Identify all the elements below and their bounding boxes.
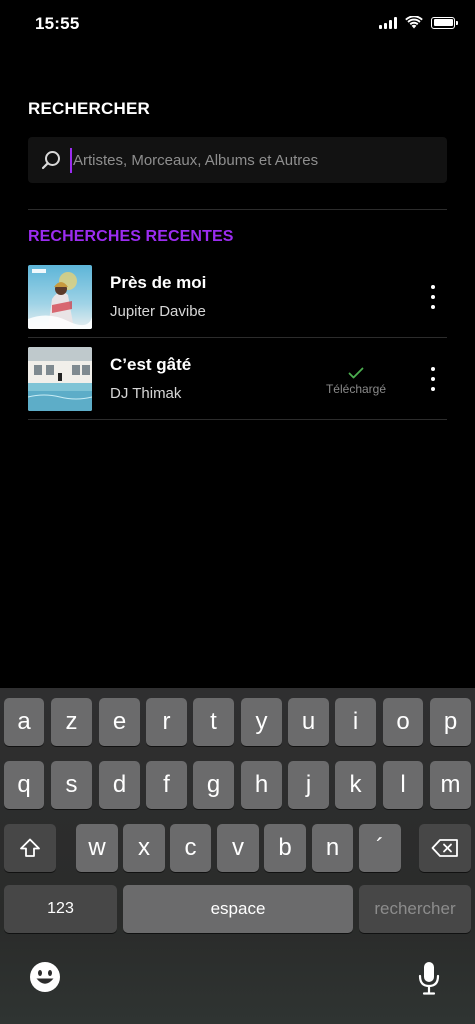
emoji-icon <box>30 962 60 992</box>
status-time: 15:55 <box>35 14 80 33</box>
downloaded-label: Téléchargé <box>325 382 387 396</box>
recent-item-pres-de-moi[interactable]: Près de moi Jupiter Davibe <box>28 265 447 329</box>
album-cover <box>28 347 92 411</box>
track-artist: Jupiter Davibe <box>110 303 206 320</box>
key-g[interactable]: g <box>193 761 234 809</box>
check-icon <box>348 367 364 379</box>
search-box[interactable] <box>28 137 447 183</box>
more-options-button[interactable] <box>423 367 443 391</box>
key-c[interactable]: c <box>170 824 211 872</box>
key-s[interactable]: s <box>51 761 92 809</box>
album-cover <box>28 265 92 329</box>
key-j[interactable]: j <box>288 761 329 809</box>
downloaded-status: Téléchargé <box>323 367 389 396</box>
key-b[interactable]: b <box>264 824 306 872</box>
key-p[interactable]: p <box>430 698 471 746</box>
status-bar: 15:55 <box>0 0 475 50</box>
key-e[interactable]: e <box>99 698 140 746</box>
key-f[interactable]: f <box>146 761 187 809</box>
keyboard: a z e r t y u i o p q s d f g h j k l m … <box>0 688 475 1024</box>
numbers-key[interactable]: 123 <box>4 885 117 933</box>
backspace-icon <box>431 839 458 857</box>
key-z[interactable]: z <box>51 698 92 746</box>
more-vertical-icon <box>431 367 435 371</box>
track-title: Près de moi <box>110 273 207 292</box>
key-m[interactable]: m <box>430 761 471 809</box>
key-t[interactable]: t <box>193 698 234 746</box>
key-h[interactable]: h <box>241 761 282 809</box>
key-n[interactable]: n <box>312 824 353 872</box>
divider <box>28 209 447 210</box>
divider <box>28 419 447 420</box>
shift-icon <box>20 838 40 857</box>
key-i[interactable]: i <box>335 698 376 746</box>
key-u[interactable]: u <box>288 698 329 746</box>
key-x[interactable]: x <box>123 824 165 872</box>
key-y[interactable]: y <box>241 698 282 746</box>
backspace-key[interactable] <box>419 824 471 872</box>
track-title: C’est gâté <box>110 355 192 374</box>
microphone-icon <box>418 962 440 995</box>
key-d[interactable]: d <box>99 761 140 809</box>
key-r[interactable]: r <box>146 698 187 746</box>
divider <box>28 337 447 338</box>
page-title: RECHERCHER <box>28 99 150 118</box>
search-icon <box>41 151 60 170</box>
recent-searches-title: RECHERCHES RECENTES <box>28 228 234 245</box>
emoji-button[interactable] <box>28 960 62 994</box>
status-icons <box>379 16 458 29</box>
wifi-icon <box>405 16 423 29</box>
more-options-button[interactable] <box>423 285 443 309</box>
track-artist: DJ Thimak <box>110 385 182 402</box>
key-o[interactable]: o <box>383 698 423 746</box>
key-a[interactable]: a <box>4 698 44 746</box>
key-l[interactable]: l <box>383 761 423 809</box>
dictation-button[interactable] <box>414 960 444 996</box>
search-input[interactable] <box>73 137 433 183</box>
key-q[interactable]: q <box>4 761 44 809</box>
key-v[interactable]: v <box>217 824 259 872</box>
battery-icon <box>431 16 458 29</box>
key-w[interactable]: w <box>76 824 118 872</box>
recent-item-cest-gate[interactable]: C’est gâté DJ Thimak Téléchargé <box>28 347 447 411</box>
text-cursor <box>70 148 72 173</box>
signal-icon <box>379 16 397 29</box>
search-key[interactable]: rechercher <box>359 885 471 933</box>
space-key[interactable]: espace <box>123 885 353 933</box>
more-vertical-icon <box>431 285 435 289</box>
key-k[interactable]: k <box>335 761 376 809</box>
key-accent[interactable]: ´ <box>359 824 401 872</box>
shift-key[interactable] <box>4 824 56 872</box>
